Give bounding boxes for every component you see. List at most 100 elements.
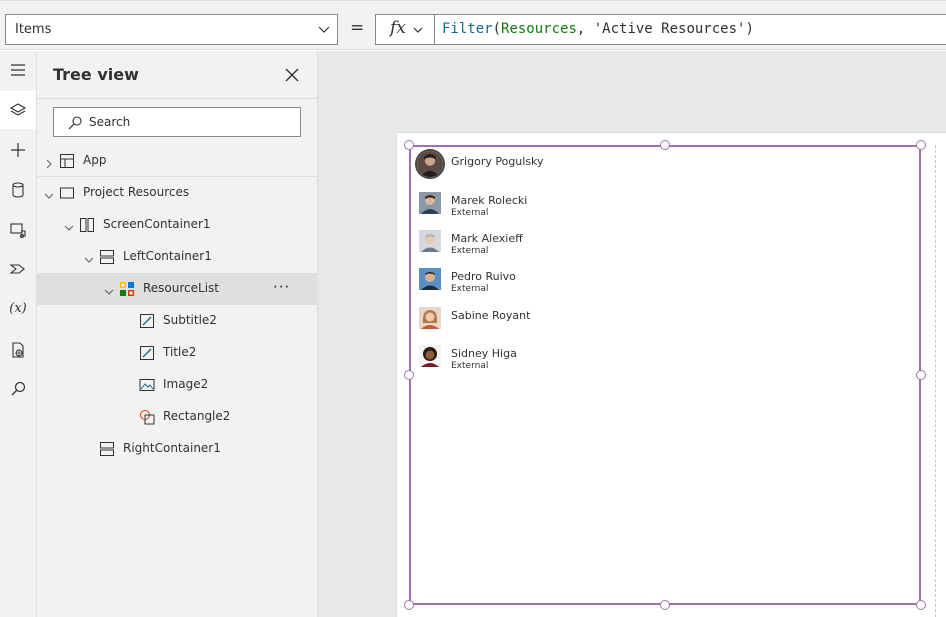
app-icon [59, 153, 75, 169]
label-icon [139, 313, 155, 329]
formula-token: , [576, 21, 594, 37]
gallery-item[interactable]: Sidney Higa External [412, 341, 912, 379]
tree-node-label: Title2 [163, 345, 197, 359]
tree-node-label: LeftContainer1 [123, 249, 212, 263]
search-button[interactable] [0, 370, 36, 408]
formula-input[interactable]: Filter(Resources, 'Active Resources') [434, 14, 946, 45]
resize-handle[interactable] [916, 600, 926, 610]
formula-token: 'Active Resources' [593, 21, 746, 37]
chevron-right-icon[interactable] [43, 155, 55, 169]
formula-token: Filter [442, 21, 493, 37]
hamburger-button[interactable] [0, 51, 36, 89]
variables-button[interactable]: (x) [0, 289, 36, 327]
vertical-container-icon [99, 441, 115, 457]
item-subtitle: External [451, 361, 489, 371]
tree-node-rectangle2[interactable]: Rectangle2 [37, 401, 318, 433]
gallery-item[interactable]: Mark Alexieff External [412, 226, 912, 264]
item-subtitle: External [451, 208, 489, 218]
resize-handle[interactable] [916, 140, 926, 150]
resize-handle[interactable] [404, 140, 414, 150]
item-title: Sabine Royant [451, 309, 531, 322]
resize-handle[interactable] [404, 600, 414, 610]
tree-node-rightcontainer1[interactable]: RightContainer1 [37, 433, 318, 465]
tree-search-input[interactable] [89, 112, 289, 132]
resize-handle[interactable] [660, 140, 670, 150]
tree-node-label: Subtitle2 [163, 313, 217, 327]
search-icon [11, 381, 26, 396]
close-button[interactable] [282, 65, 302, 85]
media-button[interactable] [0, 211, 36, 249]
chevron-down-icon[interactable] [103, 283, 115, 295]
tree-node-subtitle2[interactable]: Subtitle2 [37, 305, 318, 337]
container-edge [935, 145, 936, 617]
hamburger-icon [11, 64, 25, 76]
image-icon [139, 377, 155, 393]
formula-bar: Items = fx Filter(Resources, 'Active Res… [0, 0, 946, 50]
search-icon [68, 116, 82, 130]
item-title: Marek Rolecki [451, 194, 528, 207]
left-rail: (x) [0, 51, 37, 617]
variables-icon: (x) [9, 300, 27, 316]
horizontal-container-icon [79, 217, 95, 233]
tree-view-panel: Tree view App Project Resources ScreenCont… [37, 51, 318, 617]
chevron-down-icon[interactable] [83, 251, 95, 263]
power-apps-studio: Items = fx Filter(Resources, 'Active Res… [0, 0, 946, 617]
avatar [419, 268, 441, 290]
chevron-down-icon [413, 27, 423, 33]
equals-sign: = [350, 18, 365, 38]
chevron-down-icon[interactable] [63, 219, 75, 231]
shape-icon [139, 409, 155, 425]
tree-node-screencontainer1[interactable]: ScreenContainer1 [37, 209, 318, 241]
insert-button[interactable] [0, 131, 36, 169]
gallery-item[interactable]: Marek Rolecki External [412, 188, 912, 226]
item-subtitle: External [451, 246, 489, 256]
gallery-item[interactable]: Sabine Royant [412, 303, 912, 341]
gallery-item[interactable]: Pedro Ruivo External [412, 264, 912, 302]
tree-node-app[interactable]: App [37, 145, 318, 177]
fx-button[interactable]: fx [375, 14, 435, 45]
tree-node-project-resources[interactable]: Project Resources [37, 177, 318, 209]
tree-node-title2[interactable]: Title2 [37, 337, 318, 369]
layers-icon [9, 103, 27, 116]
plus-icon [11, 143, 25, 157]
database-icon [12, 182, 24, 198]
tree-node-leftcontainer1[interactable]: LeftContainer1 [37, 241, 318, 273]
screen-icon [59, 185, 75, 201]
formula-token: ( [492, 21, 502, 37]
gallery-item[interactable]: Grigory Pogulsky [412, 149, 912, 187]
item-title: Sidney Higa [451, 347, 517, 360]
avatar [419, 345, 441, 367]
formula-token: Resources [501, 21, 577, 37]
avatar [419, 192, 441, 214]
resize-handle[interactable] [404, 370, 414, 380]
power-automate-icon [9, 264, 25, 274]
item-subtitle: External [451, 284, 489, 294]
tree-node-label: Image2 [163, 377, 209, 391]
close-icon [285, 68, 299, 82]
tree-search-box[interactable] [53, 107, 301, 137]
vertical-container-icon [99, 249, 115, 265]
chevron-down-icon [318, 26, 330, 33]
data-button[interactable] [0, 171, 36, 209]
resize-handle[interactable] [660, 600, 670, 610]
tree-node-label: ResourceList [143, 281, 220, 295]
tree-view-title: Tree view [53, 65, 139, 84]
tree-node-resourcelist[interactable]: ResourceList ··· [37, 273, 318, 305]
power-automate-button[interactable] [0, 250, 36, 288]
property-dropdown[interactable]: Items [5, 14, 338, 45]
advanced-tools-button[interactable] [0, 331, 36, 369]
avatar [419, 230, 441, 252]
property-dropdown-value: Items [15, 22, 52, 37]
avatar [415, 149, 445, 179]
tree-view-button[interactable] [0, 91, 36, 129]
item-title: Pedro Ruivo [451, 270, 516, 283]
chevron-down-icon[interactable] [43, 187, 55, 199]
media-icon [10, 223, 26, 238]
resize-handle[interactable] [916, 370, 926, 380]
divider [37, 98, 318, 99]
fx-icon: fx [390, 18, 406, 38]
tree-node-image2[interactable]: Image2 [37, 369, 318, 401]
tree-node-label: App [83, 153, 107, 167]
more-options-button[interactable]: ··· [273, 278, 290, 296]
gallery-icon [119, 281, 135, 297]
